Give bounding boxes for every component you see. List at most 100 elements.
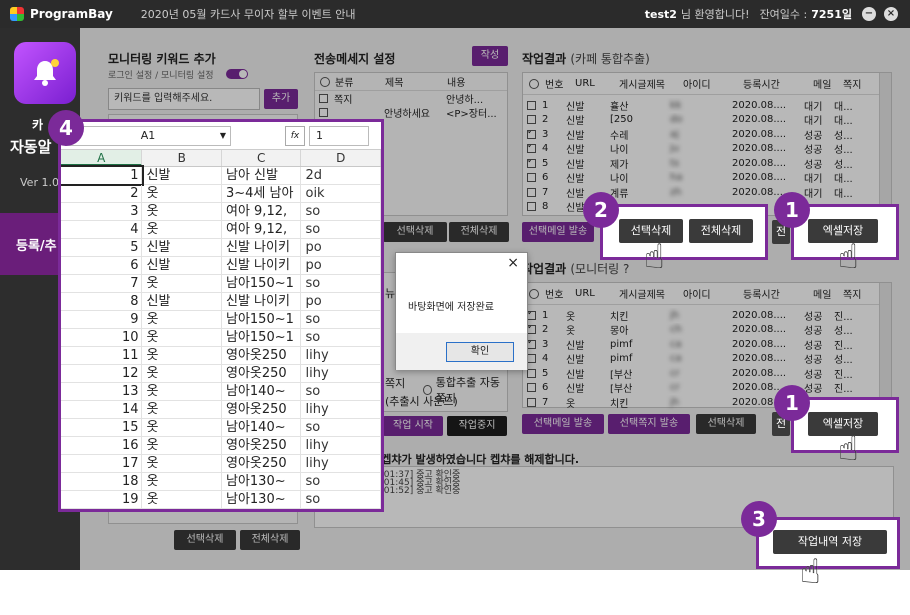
excel-cell[interactable]: 11	[61, 347, 143, 364]
excel-cell[interactable]: 옷	[142, 473, 222, 490]
excel-cell[interactable]: 옷	[142, 455, 222, 472]
column-header-b[interactable]: B	[142, 150, 222, 166]
excel-cell[interactable]: 영아옷250	[222, 347, 302, 364]
excel-cell[interactable]: 영아옷250	[222, 455, 302, 472]
excel-cell[interactable]: 옷	[142, 329, 222, 346]
excel-cell[interactable]: so	[301, 383, 381, 400]
excel-cell[interactable]: 남아140~	[222, 419, 302, 436]
excel-cell[interactable]: 남아130~	[222, 491, 302, 508]
excel-cell[interactable]: 10	[61, 329, 143, 346]
formula-input[interactable]: 1	[309, 125, 369, 146]
excel-cell[interactable]: so	[301, 419, 381, 436]
excel-cell[interactable]: 17	[61, 455, 143, 472]
excel-cell[interactable]: 옷	[142, 221, 222, 238]
cell-reference-box[interactable]: A1 ▼	[65, 125, 231, 146]
excel-cell[interactable]: lihy	[301, 365, 381, 382]
days-value: 7251일	[811, 8, 852, 21]
excel-cell[interactable]: 남아150~1	[222, 329, 302, 346]
excel-cell[interactable]: 4	[61, 221, 143, 238]
excel-cell[interactable]: so	[301, 329, 381, 346]
excel-cell[interactable]: 영아옷250	[222, 401, 302, 418]
excel-cell[interactable]: 옷	[142, 347, 222, 364]
excel-cell[interactable]: so	[301, 491, 381, 508]
excel-cell[interactable]: 남아150~1	[222, 311, 302, 328]
excel-cell[interactable]: 신발	[142, 239, 222, 256]
excel-cell[interactable]: 여아 9,12,	[222, 221, 302, 238]
excel-cell[interactable]: 7	[61, 275, 143, 292]
excel-cell[interactable]: 3	[61, 203, 143, 220]
column-header-d[interactable]: D	[301, 150, 381, 166]
excel-cell[interactable]: 옷	[142, 185, 222, 202]
excel-cell[interactable]: 14	[61, 401, 143, 418]
excel-row: 8 신발 신발 나이키 po	[61, 293, 381, 311]
excel-cell[interactable]: 1	[61, 165, 145, 186]
excel-cell[interactable]: 신발	[142, 293, 222, 310]
excel-cell[interactable]: 남아130~	[222, 473, 302, 490]
excel-cell[interactable]: 8	[61, 293, 143, 310]
function-icon[interactable]: fx	[285, 125, 305, 146]
excel-cell[interactable]: lihy	[301, 455, 381, 472]
close-icon[interactable]: ×	[884, 7, 898, 21]
excel-cell[interactable]: 영아옷250	[222, 437, 302, 454]
excel-cell[interactable]: lihy	[301, 401, 381, 418]
excel-cell[interactable]: 신발	[142, 167, 222, 184]
step-badge-1: 1	[774, 385, 810, 421]
excel-cell[interactable]: po	[301, 257, 381, 274]
excel-row: 12 옷 영아옷250 lihy	[61, 365, 381, 383]
excel-cell[interactable]: 16	[61, 437, 143, 454]
excel-cell[interactable]: 9	[61, 311, 143, 328]
excel-cell[interactable]: 옷	[142, 383, 222, 400]
excel-cell[interactable]: lihy	[301, 437, 381, 454]
excel-cell[interactable]: 옷	[142, 365, 222, 382]
excel-cell[interactable]: po	[301, 293, 381, 310]
excel-cell[interactable]: 3~4세 남아	[222, 185, 302, 202]
minimize-icon[interactable]: −	[862, 7, 876, 21]
brand-name: ProgramBay	[30, 7, 113, 21]
excel-cell[interactable]: 옷	[142, 491, 222, 508]
excel-cell[interactable]: 영아옷250	[222, 365, 302, 382]
excel-cell[interactable]: 옷	[142, 203, 222, 220]
excel-cell[interactable]: 15	[61, 419, 143, 436]
excel-cell[interactable]: lihy	[301, 347, 381, 364]
excel-row: 9 옷 남아150~1 so	[61, 311, 381, 329]
dialog-close-icon[interactable]: ×	[507, 255, 519, 271]
event-notice[interactable]: 2020년 05월 카드사 무이자 할부 이벤트 안내	[141, 6, 356, 22]
excel-cell[interactable]: 2d	[301, 167, 381, 184]
column-header-c[interactable]: C	[222, 150, 302, 166]
excel-cell[interactable]: so	[301, 473, 381, 490]
callout-all-delete-button[interactable]: 전체삭제	[689, 219, 753, 243]
excel-cell[interactable]: 13	[61, 383, 143, 400]
excel-cell[interactable]: 남아 신발	[222, 167, 302, 184]
excel-cell[interactable]: 옷	[142, 311, 222, 328]
excel-cell[interactable]: 옷	[142, 275, 222, 292]
excel-cell[interactable]: 여아 9,12,	[222, 203, 302, 220]
job-history-save-button[interactable]: 작업내역 저장	[773, 530, 887, 554]
excel-cell[interactable]: 6	[61, 257, 143, 274]
excel-cell[interactable]: so	[301, 221, 381, 238]
step-badge-4: 4	[48, 110, 84, 146]
excel-cell[interactable]: 옷	[142, 401, 222, 418]
excel-cell[interactable]: po	[301, 239, 381, 256]
save-complete-dialog: × 바탕화면에 저장완료 확인	[395, 252, 528, 370]
excel-cell[interactable]: 남아140~	[222, 383, 302, 400]
excel-cell[interactable]: oik	[301, 185, 381, 202]
excel-cell[interactable]: 18	[61, 473, 143, 490]
sidebar-title-b: 자동알	[10, 138, 52, 156]
excel-cell[interactable]: 2	[61, 185, 143, 202]
excel-cell[interactable]: 옷	[142, 419, 222, 436]
excel-cell[interactable]: 남아150~1	[222, 275, 302, 292]
dialog-ok-button[interactable]: 확인	[446, 342, 514, 362]
excel-cell[interactable]: so	[301, 203, 381, 220]
excel-cell[interactable]: 신발 나이키	[222, 257, 302, 274]
excel-cell[interactable]: so	[301, 275, 381, 292]
excel-cell[interactable]: so	[301, 311, 381, 328]
excel-cell[interactable]: 옷	[142, 437, 222, 454]
excel-cell[interactable]: 신발 나이키	[222, 239, 302, 256]
excel-cell[interactable]: 19	[61, 491, 143, 508]
excel-cell[interactable]: 신발	[142, 257, 222, 274]
column-header-a[interactable]: A	[61, 150, 143, 166]
excel-cell[interactable]: 12	[61, 365, 143, 382]
excel-cell[interactable]: 신발 나이키	[222, 293, 302, 310]
sidebar-title-a: 카	[32, 118, 44, 132]
excel-cell[interactable]: 5	[61, 239, 143, 256]
